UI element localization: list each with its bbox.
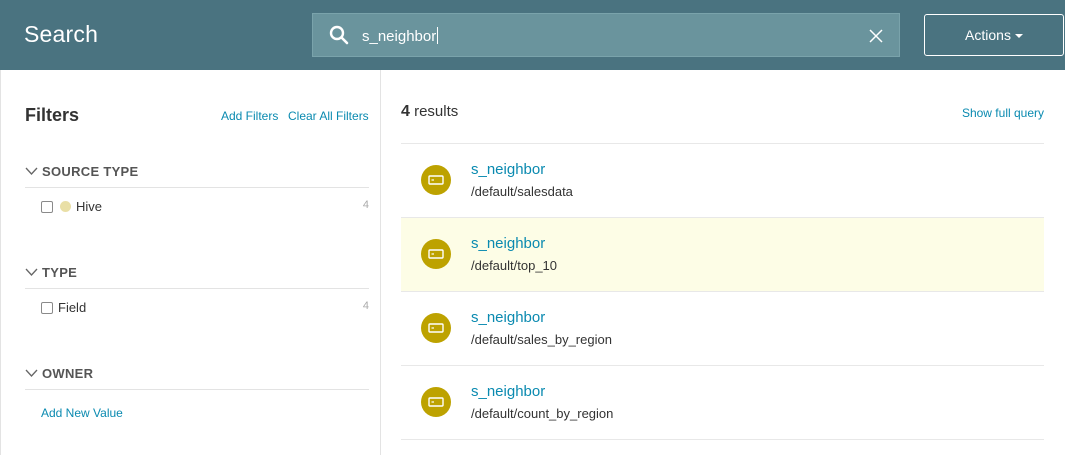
- page-title: Search: [24, 21, 99, 47]
- result-name-link[interactable]: s_neighbor: [471, 383, 545, 400]
- search-text[interactable]: s_neighbor: [362, 27, 439, 45]
- caret-down-icon: [1014, 34, 1023, 38]
- result-name-link[interactable]: s_neighbor: [471, 235, 545, 252]
- facet-count: 4: [362, 199, 369, 211]
- field-icon: [421, 165, 451, 195]
- filters-panel: Filters Add Filters Clear All Filters SO…: [0, 70, 381, 455]
- actions-button[interactable]: Actions: [924, 14, 1064, 56]
- results-count: 4 results: [401, 103, 458, 121]
- actions-label: Actions: [965, 27, 1011, 43]
- results-list: s_neighbor /default/salesdata s_neighbor…: [401, 143, 1044, 440]
- clear-all-filters-link[interactable]: Clear All Filters: [288, 109, 369, 123]
- section-type[interactable]: TYPE: [25, 265, 369, 289]
- search-value[interactable]: s_neighbor: [362, 28, 436, 45]
- facet-label: Field: [58, 300, 87, 315]
- section-label: OWNER: [42, 366, 94, 381]
- field-icon: [421, 313, 451, 343]
- result-row[interactable]: s_neighbor /default/top_10: [401, 218, 1044, 292]
- facet-count: 4: [362, 300, 369, 312]
- add-new-value-link[interactable]: Add New Value: [41, 406, 123, 420]
- section-owner[interactable]: OWNER: [25, 366, 369, 390]
- result-path: /default/count_by_region: [471, 406, 614, 421]
- result-name-link[interactable]: s_neighbor: [471, 309, 545, 326]
- field-icon: [421, 387, 451, 417]
- field-icon: [421, 239, 451, 269]
- result-row[interactable]: s_neighbor /default/count_by_region: [401, 366, 1044, 440]
- result-row[interactable]: s_neighbor /default/sales_by_region: [401, 292, 1044, 366]
- chevron-down-icon[interactable]: [25, 368, 38, 378]
- results-panel: 4 results Show full query s_neighbor /de…: [381, 70, 1065, 455]
- close-icon[interactable]: [868, 28, 884, 44]
- result-path: /default/sales_by_region: [471, 332, 612, 347]
- add-filters-link[interactable]: Add Filters: [221, 109, 278, 123]
- chevron-down-icon[interactable]: [25, 166, 38, 176]
- chevron-down-icon[interactable]: [25, 267, 38, 277]
- result-row[interactable]: s_neighbor /default/salesdata: [401, 144, 1044, 218]
- results-count-number: 4: [401, 103, 410, 120]
- filters-title: Filters: [25, 105, 80, 125]
- section-label: TYPE: [42, 265, 78, 280]
- show-full-query-link[interactable]: Show full query: [962, 106, 1044, 120]
- text-cursor: [437, 27, 439, 44]
- hive-dot-icon: [60, 201, 71, 212]
- section-label: SOURCE TYPE: [42, 164, 139, 179]
- results-count-suffix: results: [414, 103, 459, 120]
- facet-field[interactable]: Field 4: [41, 298, 369, 318]
- section-source-type[interactable]: SOURCE TYPE: [25, 164, 369, 188]
- facet-hive[interactable]: Hive 4: [41, 197, 369, 217]
- top-bar: Search s_neighbor Actions: [0, 0, 1065, 70]
- search-input[interactable]: s_neighbor: [312, 13, 900, 57]
- result-name-link[interactable]: s_neighbor: [471, 161, 545, 178]
- facet-label: Hive: [76, 199, 103, 214]
- result-path: /default/salesdata: [471, 184, 573, 199]
- result-path: /default/top_10: [471, 258, 558, 273]
- hive-checkbox[interactable]: [41, 201, 53, 213]
- field-checkbox[interactable]: [41, 302, 53, 314]
- search-icon: [329, 25, 349, 45]
